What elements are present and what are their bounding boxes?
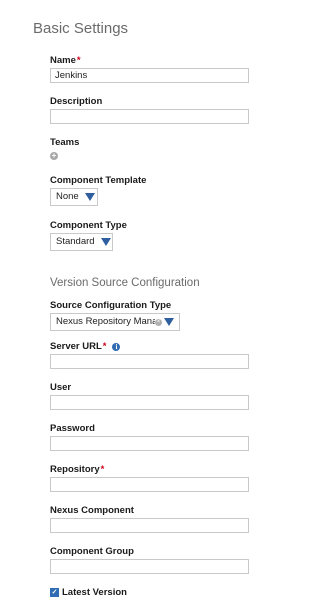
- latest-version-checkbox[interactable]: ✓: [50, 588, 59, 597]
- latest-version-row: ✓ Latest Version: [50, 587, 127, 598]
- add-team-icon[interactable]: +: [50, 152, 58, 160]
- component-template-value: None: [56, 191, 79, 202]
- server-url-input[interactable]: [50, 354, 249, 369]
- component-group-input[interactable]: [50, 559, 249, 574]
- nexus-component-input[interactable]: [50, 518, 249, 533]
- required-marker: *: [100, 464, 105, 475]
- latest-version-label: Latest Version: [62, 587, 127, 598]
- component-group-label: Component Group: [50, 546, 134, 557]
- info-icon[interactable]: i: [112, 342, 121, 351]
- repository-input[interactable]: [50, 477, 249, 492]
- name-label-text: Name: [50, 55, 76, 66]
- required-marker: *: [76, 55, 81, 66]
- password-label: Password: [50, 423, 95, 434]
- name-input[interactable]: [50, 68, 249, 83]
- source-config-type-label: Source Configuration Type: [50, 300, 172, 311]
- nexus-component-label: Nexus Component: [50, 505, 134, 516]
- basic-settings-title: Basic Settings: [33, 20, 129, 37]
- component-type-label: Component Type: [50, 220, 127, 231]
- dropdown-arrow-icon: [84, 193, 95, 201]
- teams-label: Teams: [50, 137, 80, 148]
- server-url-label: Server URL * i: [50, 341, 121, 352]
- repository-label: Repository*: [50, 464, 104, 475]
- required-marker: *: [102, 341, 107, 352]
- clear-selection-icon[interactable]: ×: [155, 318, 162, 326]
- description-input[interactable]: [50, 109, 249, 124]
- component-template-label: Component Template: [50, 175, 147, 186]
- password-input[interactable]: [50, 436, 249, 451]
- dropdown-arrow-icon: [100, 238, 111, 246]
- dropdown-arrow-icon: [164, 318, 174, 326]
- source-config-type-select[interactable]: Nexus Repository Manag ×: [50, 313, 180, 331]
- user-label: User: [50, 382, 72, 393]
- description-label: Description: [50, 96, 103, 107]
- name-label: Name*: [50, 55, 81, 66]
- user-input[interactable]: [50, 395, 249, 410]
- source-config-type-value: Nexus Repository Manag: [56, 316, 155, 327]
- repository-label-text: Repository: [50, 464, 100, 475]
- component-type-select[interactable]: Standard: [50, 233, 113, 251]
- component-template-select[interactable]: None: [50, 188, 98, 206]
- version-source-title: Version Source Configuration: [50, 277, 200, 289]
- component-type-value: Standard: [56, 236, 95, 247]
- server-url-label-text: Server URL: [50, 341, 102, 352]
